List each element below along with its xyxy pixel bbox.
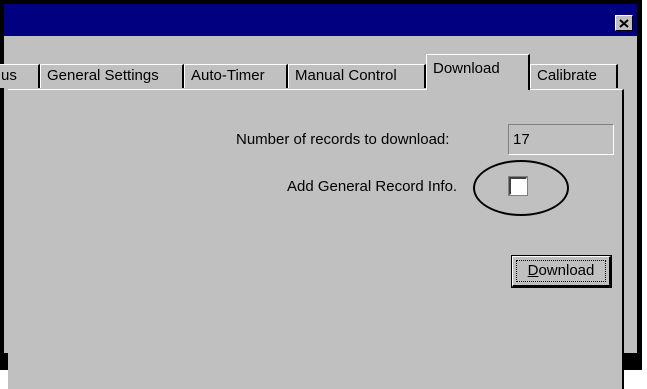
tab-label: Download bbox=[433, 60, 500, 77]
tab-label: General Settings bbox=[47, 67, 159, 84]
tab-label: Auto-Timer bbox=[191, 67, 265, 84]
download-mnemonic: D bbox=[527, 262, 539, 279]
tab-general-settings[interactable]: General Settings bbox=[40, 64, 184, 88]
tab-download[interactable]: Download bbox=[426, 54, 530, 90]
window-frame: us General Settings Auto-Timer Manual Co… bbox=[0, 0, 642, 389]
tab-label: us bbox=[1, 67, 17, 84]
download-button[interactable]: Download bbox=[511, 255, 612, 288]
close-x-icon bbox=[619, 18, 629, 28]
records-count-field[interactable]: 17 bbox=[508, 124, 614, 155]
download-label-rest: ownload bbox=[538, 262, 595, 279]
general-info-checkbox[interactable] bbox=[508, 176, 528, 196]
tab-label: Calibrate bbox=[537, 67, 598, 84]
tab-label: Manual Control bbox=[295, 67, 397, 84]
tab-auto-timer[interactable]: Auto-Timer bbox=[184, 64, 288, 88]
close-button[interactable] bbox=[615, 15, 633, 31]
title-bar[interactable] bbox=[4, 4, 637, 36]
tab-status[interactable]: us bbox=[0, 64, 40, 88]
records-label: Number of records to download: bbox=[236, 131, 450, 148]
tab-calibrate[interactable]: Calibrate bbox=[530, 64, 618, 88]
general-info-label: Add General Record Info. bbox=[287, 178, 458, 195]
tab-manual-control[interactable]: Manual Control bbox=[288, 64, 426, 88]
